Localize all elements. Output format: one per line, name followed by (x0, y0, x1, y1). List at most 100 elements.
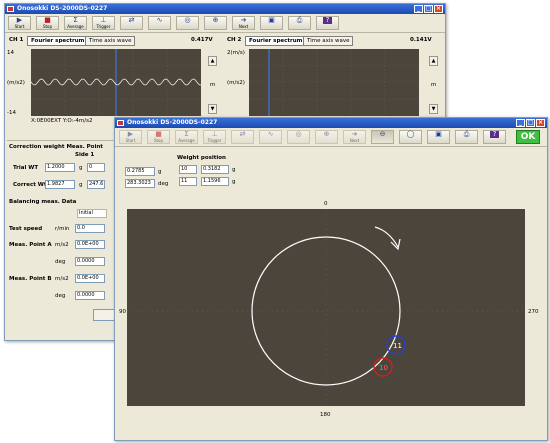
toolbar-button-save[interactable]: ▣ (260, 16, 283, 30)
close-button[interactable]: × (434, 5, 443, 13)
next-icon: ➔ (240, 16, 247, 24)
test-speed-field[interactable]: 0.0 (75, 224, 105, 233)
back-action-button[interactable] (93, 309, 115, 321)
save-icon: ▣ (435, 130, 442, 138)
meas-a-field[interactable]: 0.0E+00 (75, 240, 105, 249)
polar-icon: ⊖ (379, 130, 386, 138)
app-icon (117, 120, 124, 126)
maximize-button[interactable]: □ (526, 119, 535, 127)
phase-icon: ◎ (295, 130, 302, 138)
toolbar-button-calibration[interactable]: ∿ (259, 130, 282, 144)
toolbar-button-print[interactable]: ⎙ (455, 130, 478, 144)
polar-plot: 11 10 (127, 209, 525, 406)
trigger-icon: ⊥ (100, 16, 107, 24)
toolbar-button-polar[interactable]: ⊖ (371, 130, 394, 144)
phase-icon: ◎ (184, 16, 191, 24)
toolbar-button-print[interactable]: ⎙ (288, 16, 311, 30)
app-icon (7, 6, 14, 12)
toolbar-button-correction[interactable]: ⊕ (315, 130, 338, 144)
toolbar-button-average[interactable]: Σ Average (64, 16, 87, 30)
close-button[interactable]: × (536, 119, 545, 127)
weight-value-field[interactable]: 0.2785 (125, 167, 155, 176)
ch2-scale-down-button[interactable]: ▼ (429, 104, 438, 114)
toolbar-button-save[interactable]: ▣ (427, 130, 450, 144)
toolbar-button-stop[interactable]: ■ Stop (36, 16, 59, 30)
toolbar-button-stop[interactable]: ■ Stop (147, 130, 170, 144)
trial-wt-field[interactable]: 1.2000 (45, 163, 75, 172)
test-speed-label: Test speed (9, 226, 43, 232)
toolbar-button-trigger[interactable]: ⊥ Trigger (92, 16, 115, 30)
back-toolbar: ▶ Start ■ Stop Σ Average ⊥ Trigger ⇄ ∿ ◎ ⊕ ➔ Next ▣ ⎙? (5, 14, 445, 33)
back-titlebar[interactable]: Onosokki DS-2000DS-0227 _ □ × (5, 4, 445, 14)
toolbar-button-label: Average (178, 138, 195, 143)
ch1-tab-fourier[interactable]: Fourier spectrum (27, 36, 89, 46)
trial-wt-angle-field[interactable]: 0 (87, 163, 105, 172)
average-icon: Σ (184, 130, 189, 138)
weight-position-index-2[interactable]: 11 (179, 177, 197, 186)
weight-position-unit-1: g (232, 167, 236, 173)
meas-b-field[interactable]: 0.0E+00 (75, 274, 105, 283)
help-icon: ? (490, 131, 499, 138)
toolbar-button-next[interactable]: ➔ Next (343, 130, 366, 144)
ch2-unit-side: m (431, 82, 437, 88)
marker-11-label: 11 (393, 342, 402, 350)
correction-icon: ⊕ (212, 16, 219, 24)
ch2-scale-up-button[interactable]: ▲ (429, 56, 438, 66)
toolbar-button-average[interactable]: Σ Average (175, 130, 198, 144)
polar-label-bottom: 180 (320, 412, 331, 418)
ch1-value: 0.417V (191, 37, 213, 43)
correct-wt-field[interactable]: 1.9827 (45, 180, 75, 189)
weight-angle-field[interactable]: 283.3023 (125, 179, 155, 188)
ch1-scale-down-button[interactable]: ▼ (208, 104, 217, 114)
weight-position-value-1[interactable]: 0.3182 (201, 165, 229, 174)
polar-grid (127, 209, 525, 406)
toolbar-button-label: Next (349, 138, 360, 143)
front-titlebar[interactable]: Onosokki DS-2000DS-0227 _ □ × (115, 118, 547, 128)
correct-wt-label: Correct Wt (13, 182, 47, 188)
rotation-arrow (374, 226, 399, 248)
toolbar-button-help[interactable]: ? (316, 16, 339, 30)
meas-b-deg-field[interactable]: 0.0000 (75, 291, 105, 300)
circle-icon: ◯ (406, 130, 415, 138)
back-window-controls: _ □ × (414, 5, 443, 13)
toolbar-button-phase[interactable]: ◎ (287, 130, 310, 144)
polar-label-left: 90 (119, 309, 126, 315)
toolbar-button-channel[interactable]: ⇄ (120, 16, 143, 30)
stop-icon: ■ (155, 130, 162, 138)
print-icon: ⎙ (463, 130, 470, 138)
minimize-button[interactable]: _ (516, 119, 525, 127)
weight-position-index-1[interactable]: 10 (179, 165, 197, 174)
toolbar-button-help[interactable]: ? (483, 130, 506, 144)
ch1-wave-svg (30, 49, 202, 116)
toolbar-button-circle[interactable]: ◯ (399, 130, 422, 144)
toolbar-button-next[interactable]: ➔ Next (232, 16, 255, 30)
toolbar-button-trigger[interactable]: ⊥ Trigger (203, 130, 226, 144)
correct-wt-angle-field[interactable]: 247.6 (87, 180, 105, 189)
polar-label-right: 270 (528, 309, 539, 315)
weight-position-value-2[interactable]: 1.1596 (201, 177, 229, 186)
meas-a-deg-field[interactable]: 0.0000 (75, 257, 105, 266)
channel-icon: ⇄ (128, 16, 135, 24)
maximize-button[interactable]: □ (424, 5, 433, 13)
ch2-tab-fourier[interactable]: Fourier spectrum (245, 36, 307, 46)
ch2-yunit: (m/s2) (227, 80, 245, 86)
toolbar-button-phase[interactable]: ◎ (176, 16, 199, 30)
toolbar-button-calibration[interactable]: ∿ (148, 16, 171, 30)
initial-tab[interactable]: Initial (77, 209, 107, 218)
weight-angle-unit: deg (158, 181, 169, 187)
ok-button[interactable]: OK (516, 130, 540, 144)
ch1-unit-side: m (210, 82, 216, 88)
ch1-tab-time[interactable]: Time axis wave (85, 36, 136, 46)
correction-header: Correction weight Meas. Point (9, 144, 103, 150)
toolbar-button-start[interactable]: ▶ Start (119, 130, 142, 144)
toolbar-button-start[interactable]: ▶ Start (8, 16, 31, 30)
toolbar-button-channel[interactable]: ⇄ (231, 130, 254, 144)
toolbar-button-label: Start (14, 24, 25, 29)
ch1-scale-up-button[interactable]: ▲ (208, 56, 217, 66)
calibration-icon: ∿ (267, 130, 274, 138)
minimize-button[interactable]: _ (414, 5, 423, 13)
toolbar-button-correction[interactable]: ⊕ (204, 16, 227, 30)
trial-wt-label: Trial WT (13, 165, 39, 171)
ch2-tab-time[interactable]: Time axis wave (303, 36, 354, 46)
meas-b-deg-unit: deg (55, 293, 66, 299)
